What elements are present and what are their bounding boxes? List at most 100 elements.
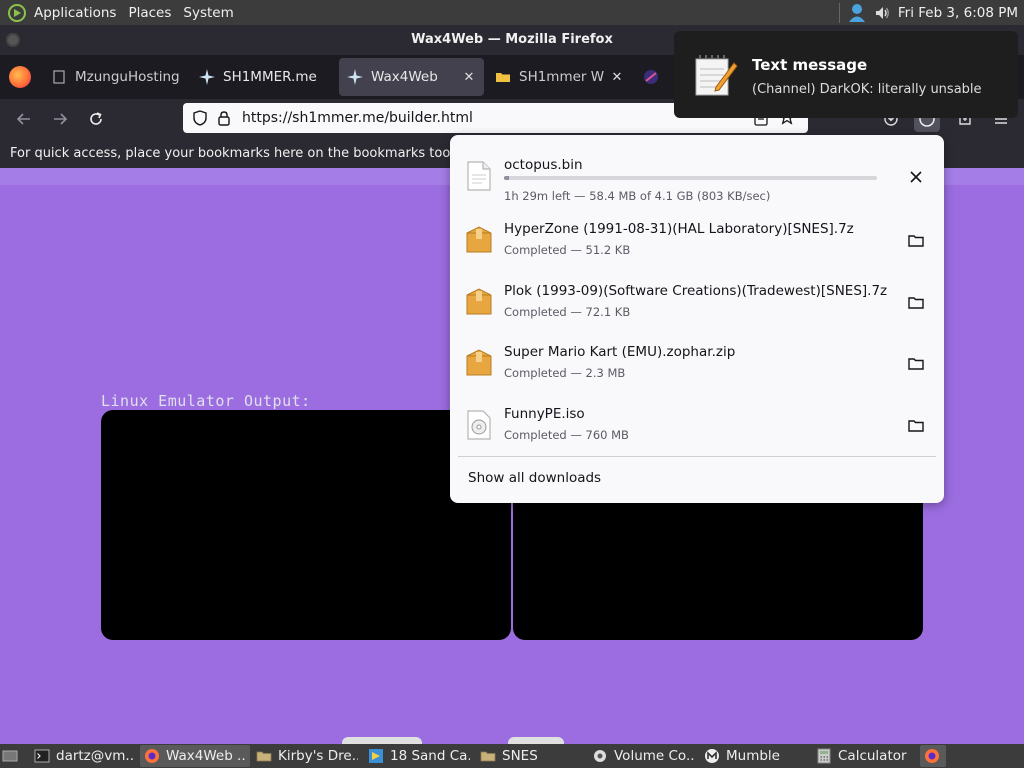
tracking-protection-shield-icon[interactable] — [192, 110, 208, 126]
taskbar-item-label: dartz@vm... — [56, 748, 134, 764]
download-item[interactable]: octopus.bin 1h 29m left — 58.4 MB of 4.1… — [458, 147, 936, 207]
download-filename: Plok (1993-09)(Software Creations)(Trade… — [504, 283, 888, 299]
file-icon — [467, 161, 491, 191]
applications-logo-icon[interactable] — [8, 3, 26, 22]
notification-title: Text message — [752, 56, 868, 74]
tray-separator — [838, 2, 840, 23]
system-tray: Fri Feb 3, 6:08 PM — [838, 0, 1024, 25]
page-icon — [53, 70, 65, 84]
download-filename: FunnyPE.iso — [504, 406, 585, 422]
bookmarks-hint-text: For quick access, place your bookmarks h… — [10, 146, 479, 161]
download-filename: Super Mario Kart (EMU).zophar.zip — [504, 344, 736, 360]
taskbar-item-label: SNES — [502, 748, 538, 764]
archive-icon — [466, 349, 492, 376]
calculator-icon — [817, 748, 831, 764]
applications-menu[interactable]: Applications — [28, 5, 122, 21]
speaker-icon — [594, 750, 606, 762]
web-icon — [644, 70, 658, 84]
folder-icon[interactable] — [906, 293, 926, 313]
firefox-icon — [145, 749, 159, 763]
tab-partial[interactable] — [635, 58, 665, 96]
firefox-view-icon[interactable] — [9, 66, 31, 88]
close-tab-icon[interactable]: ✕ — [462, 70, 476, 85]
mumble-icon — [705, 749, 719, 763]
download-item[interactable]: FunnyPE.iso Completed — 760 MB — [458, 396, 936, 456]
terminal-icon — [34, 749, 50, 763]
taskbar-item-label: Volume Co... — [614, 748, 694, 764]
download-item[interactable]: Plok (1993-09)(Software Creations)(Trade… — [458, 273, 936, 333]
download-status: Completed — 51.2 KB — [504, 243, 631, 257]
reload-icon — [90, 112, 102, 125]
download-progress-fill — [504, 176, 510, 180]
clock[interactable]: Fri Feb 3, 6:08 PM — [898, 5, 1024, 21]
download-filename: HyperZone (1991-08-31)(HAL Laboratory)[S… — [504, 221, 854, 237]
lock-icon[interactable] — [217, 110, 231, 126]
window-menu-button[interactable] — [6, 33, 20, 47]
taskbar-item-sand-castle[interactable]: 18 Sand Ca... — [364, 745, 474, 767]
tab-label: MzunguHosting - B — [75, 69, 180, 85]
taskbar-item-terminal[interactable]: dartz@vm... — [30, 745, 138, 767]
show-all-downloads-button[interactable]: Show all downloads — [468, 470, 601, 486]
download-status: Completed — 760 MB — [504, 428, 629, 442]
download-filename: octopus.bin — [504, 157, 583, 173]
back-button[interactable] — [12, 107, 36, 131]
tab-label: Wax4Web — [371, 69, 438, 85]
tab-label: SH1MMER.me — [223, 69, 317, 85]
taskbar-item-label: 18 Sand Ca... — [390, 748, 470, 764]
show-desktop-button[interactable] — [0, 745, 22, 767]
folder-icon[interactable] — [906, 354, 926, 374]
tab-wax4web[interactable]: Wax4Web ✕ — [339, 58, 484, 96]
download-item[interactable]: HyperZone (1991-08-31)(HAL Laboratory)[S… — [458, 211, 936, 271]
downloads-panel: octopus.bin 1h 29m left — 58.4 MB of 4.1… — [450, 135, 944, 503]
folder-icon[interactable] — [906, 416, 926, 436]
folder-icon — [480, 751, 496, 762]
url-text[interactable]: https://sh1mmer.me/builder.html — [242, 110, 473, 126]
top-panel: Applications Places System Fri Feb 3, 6:… — [0, 0, 1024, 25]
page-button-partial[interactable] — [342, 737, 422, 744]
tab-mzunguhosting[interactable]: MzunguHosting - B — [43, 58, 188, 96]
taskbar-firefox-launcher[interactable] — [920, 745, 946, 767]
taskbar-item-label: Wax4Web ... — [166, 748, 246, 764]
folder-icon[interactable] — [906, 231, 926, 251]
folder-icon — [496, 73, 510, 82]
disc-image-icon — [467, 410, 491, 440]
text-message-notification[interactable]: Text message (Channel) DarkOK: literally… — [674, 31, 1018, 118]
taskbar-item-kirbys[interactable]: Kirby's Dre... — [252, 745, 362, 767]
taskbar-item-snes[interactable]: SNES — [476, 745, 586, 767]
download-item[interactable]: Super Mario Kart (EMU).zophar.zip Comple… — [458, 334, 936, 394]
folder-icon — [256, 751, 272, 762]
taskbar-item-label: Mumble — [726, 748, 780, 764]
system-menu[interactable]: System — [177, 5, 239, 21]
places-menu[interactable]: Places — [122, 5, 177, 21]
tab-shimmer-web[interactable]: SH1mmer WEB ✕ — [487, 58, 632, 96]
back-arrow-icon — [16, 113, 30, 125]
reload-button[interactable] — [84, 107, 108, 131]
taskbar-item-volume-control[interactable]: Volume Co... — [588, 745, 698, 767]
taskbar-item-label: Kirby's Dre... — [278, 748, 358, 764]
archive-icon — [466, 288, 492, 315]
user-status-icon[interactable] — [848, 3, 866, 23]
tab-label: SH1mmer WEB — [519, 69, 604, 85]
notepad-icon — [695, 55, 738, 96]
download-status: Completed — 72.1 KB — [504, 305, 631, 319]
taskbar-item-firefox[interactable]: Wax4Web ... — [140, 745, 250, 767]
close-tab-icon[interactable]: ✕ — [610, 70, 624, 85]
download-progress-bar — [504, 176, 877, 180]
page-button-partial[interactable] — [508, 737, 564, 744]
panel-menu: Applications Places System — [0, 0, 240, 25]
window-title: Wax4Web — Mozilla Firefox — [411, 32, 613, 47]
cancel-icon[interactable] — [906, 167, 926, 187]
bottom-taskbar: dartz@vm... Wax4Web ... Kirby's Dre... 1… — [0, 744, 1024, 768]
tab-shimmer-me[interactable]: SH1MMER.me — [191, 58, 336, 96]
archive-icon — [466, 226, 492, 253]
volume-icon[interactable] — [874, 5, 890, 21]
taskbar-item-calculator[interactable]: Calculator — [812, 745, 918, 767]
forward-arrow-icon — [54, 113, 68, 125]
shimmer-star-icon — [347, 69, 363, 85]
emulator-output-label: Linux Emulator Output: — [101, 392, 311, 410]
emulator-icon — [369, 749, 383, 763]
show-desktop-icon — [2, 750, 18, 762]
forward-button[interactable] — [48, 107, 72, 131]
shimmer-star-icon — [199, 69, 215, 85]
taskbar-item-mumble[interactable]: Mumble — [700, 745, 810, 767]
